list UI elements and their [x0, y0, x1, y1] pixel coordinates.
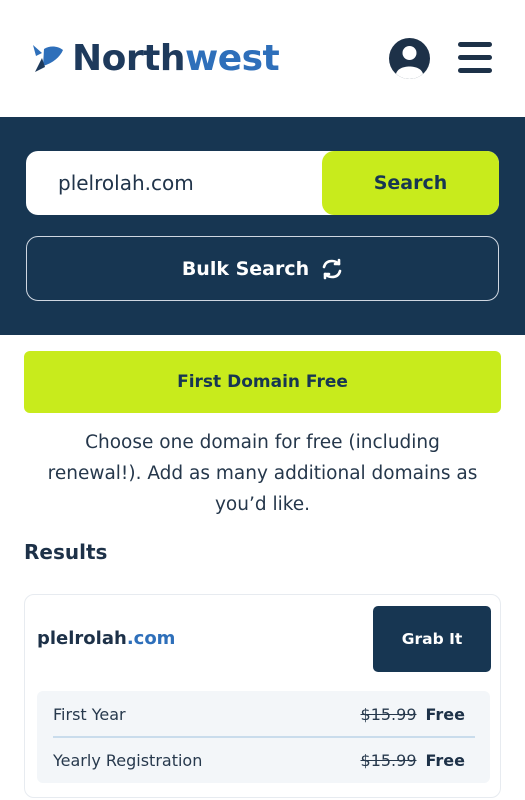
original-price: $15.99 — [360, 750, 417, 770]
menu-bar — [458, 55, 492, 60]
first-domain-free-banner: First Domain Free — [24, 351, 501, 413]
northwest-logo-mark-icon — [33, 45, 63, 72]
logo-text-main: North — [72, 38, 185, 79]
bulk-search-button[interactable]: Bulk Search — [26, 236, 499, 301]
domain-result-card: plelrolah.com Grab It First Year $15.99 … — [24, 594, 501, 798]
domain-search-input[interactable] — [26, 151, 326, 215]
northwest-logo[interactable]: Northwest — [30, 38, 280, 80]
discounted-price: Free — [425, 704, 466, 724]
grab-it-button[interactable]: Grab It — [373, 606, 491, 672]
price-row: First Year $15.99 Free — [53, 691, 475, 737]
site-header: Northwest — [0, 0, 525, 117]
user-circle-icon — [396, 46, 423, 79]
logo-text: Northwest — [72, 38, 280, 80]
results-heading: Results — [24, 540, 108, 564]
domain-search-panel: Search Bulk Search — [0, 117, 525, 335]
price-table: First Year $15.99 Free Yearly Registrati… — [37, 691, 490, 783]
account-button[interactable] — [389, 38, 430, 79]
logo-text-accent: west — [184, 38, 280, 79]
sync-arrows-icon — [321, 258, 343, 280]
menu-bar — [458, 42, 492, 47]
result-domain-name: plelrolah.com — [37, 628, 175, 649]
search-box: Search — [26, 151, 499, 215]
domain-name-base: plelrolah — [37, 628, 127, 649]
price-label: First Year — [53, 704, 126, 724]
search-button[interactable]: Search — [322, 151, 499, 215]
discounted-price: Free — [425, 750, 466, 770]
menu-bar — [458, 68, 492, 73]
promo-description: Choose one domain for free (including re… — [47, 432, 478, 515]
price-row: Yearly Registration $15.99 Free — [53, 737, 475, 783]
price-label: Yearly Registration — [53, 750, 203, 770]
domain-tld: .com — [126, 628, 176, 649]
original-price: $15.99 — [360, 704, 417, 724]
hamburger-menu-icon[interactable] — [458, 41, 494, 75]
bulk-search-label: Bulk Search — [181, 257, 310, 280]
